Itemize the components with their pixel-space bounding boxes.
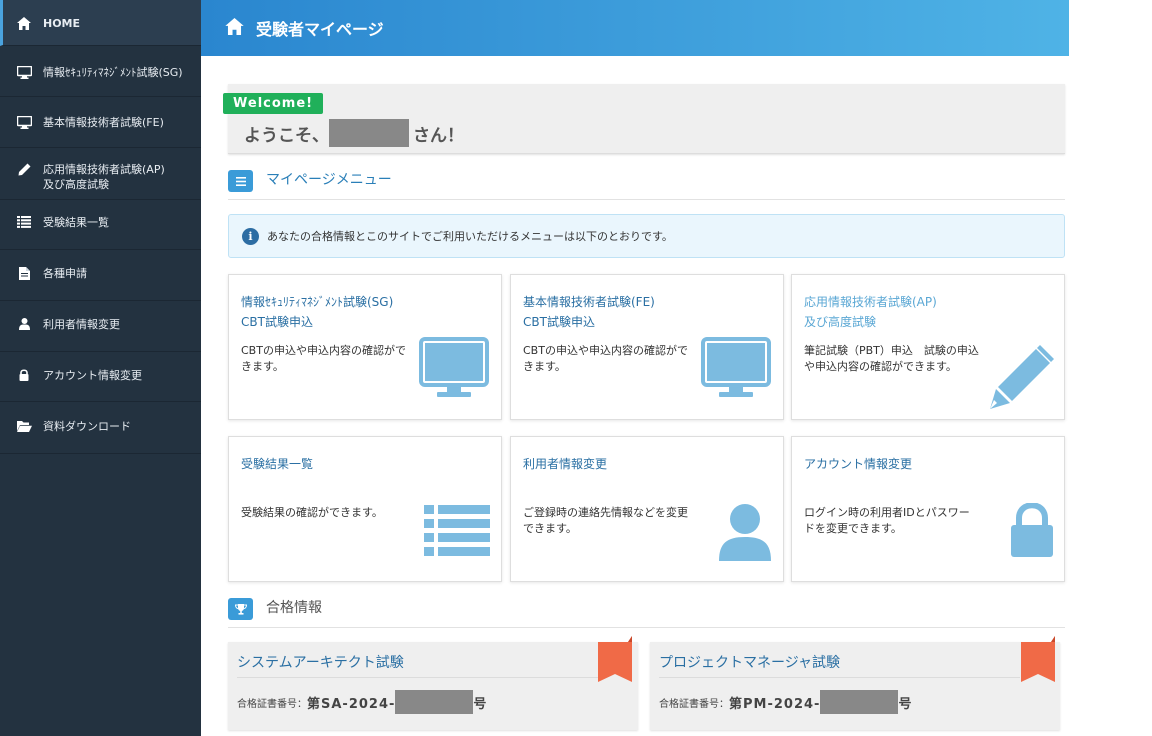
menu-card-ap[interactable]: 応用情報技術者試験(AP) 及び高度試験 筆記試験（PBT）申込 試験の申込や申…: [791, 274, 1065, 420]
sidebar-item-user-info[interactable]: 利用者情報変更: [0, 301, 201, 352]
page-title: 受験者マイページ: [256, 20, 384, 39]
card-subtitle: 及び高度試験: [804, 315, 877, 329]
card-description: ご登録時の連絡先情報などを変更できます。: [523, 506, 688, 535]
certificate-suffix: 号: [898, 696, 912, 712]
home-icon: [16, 16, 32, 30]
sidebar-item-label: 応用情報技術者試験(AP): [43, 163, 165, 176]
welcome-badge: Welcome!: [223, 93, 324, 114]
sidebar-item-label: 基本情報技術者試験(FE): [43, 116, 164, 129]
home-icon: [225, 17, 244, 39]
list-icon: [16, 215, 32, 229]
redacted-number: [395, 690, 474, 714]
card-title: 応用情報技術者試験(AP): [804, 295, 937, 309]
sidebar-item-sg[interactable]: 情報ｾｷｭﾘﾃｨﾏﾈｼﾞﾒﾝﾄ試験(SG): [0, 46, 201, 97]
mypage-menu-heading: マイページメニュー: [228, 170, 1065, 200]
certificate-suffix: 号: [473, 696, 487, 712]
info-icon: i: [242, 227, 259, 245]
ribbon-icon: [1021, 636, 1055, 682]
info-text: あなたの合格情報とこのサイトでご利用いただけるメニューは以下のとおりです。: [267, 230, 673, 243]
sidebar-item-label: HOME: [43, 17, 81, 30]
pencil-icon: [988, 345, 1054, 413]
sidebar-item-label: 情報ｾｷｭﾘﾃｨﾏﾈｼﾞﾒﾝﾄ試験(SG): [43, 66, 183, 79]
menu-card-fe[interactable]: 基本情報技術者試験(FE) CBT試験申込 CBTの申込や申込内容の確認ができま…: [510, 274, 784, 420]
menu-card-user-info[interactable]: 利用者情報変更 ご登録時の連絡先情報などを変更できます。: [510, 436, 784, 582]
sidebar-item-applications[interactable]: 各種申請: [0, 250, 201, 301]
pass-info-heading: 合格情報: [228, 598, 1065, 628]
ribbon-icon: [598, 636, 632, 682]
lock-icon: [16, 368, 32, 382]
list-icon: [424, 505, 490, 561]
sidebar-item-label: 各種申請: [43, 267, 87, 280]
card-description: 筆記試験（PBT）申込 試験の申込や申込内容の確認ができます。: [804, 344, 979, 373]
section-title: マイページメニュー: [266, 172, 392, 188]
pass-exam-title: プロジェクトマネージャ試験: [659, 655, 841, 671]
card-subtitle: CBT試験申込: [523, 315, 595, 329]
sidebar-item-ap[interactable]: 応用情報技術者試験(AP) 及び高度試験: [0, 148, 201, 200]
sidebar-item-fe[interactable]: 基本情報技術者試験(FE): [0, 97, 201, 148]
monitor-icon: [419, 337, 489, 403]
sidebar-item-account[interactable]: アカウント情報変更: [0, 352, 201, 402]
menu-card-account[interactable]: アカウント情報変更 ログイン時の利用者IDとパスワードを変更できます。: [791, 436, 1065, 582]
card-subtitle: CBT試験申込: [241, 315, 313, 329]
pass-card-pm: プロジェクトマネージャ試験 合格証書番号： 第PM-2024- 号: [650, 636, 1060, 730]
divider: [237, 677, 598, 678]
folder-open-icon: [16, 419, 32, 433]
sidebar-item-label-2: 及び高度試験: [43, 178, 109, 191]
user-icon: [719, 503, 771, 565]
card-title: アカウント情報変更: [804, 457, 913, 471]
card-description: CBTの申込や申込内容の確認ができます。: [523, 344, 688, 373]
card-title: 利用者情報変更: [523, 457, 608, 471]
certificate-number: 合格証書番号： 第PM-2024- 号: [659, 690, 911, 714]
certificate-label: 合格証書番号：: [237, 698, 307, 710]
pencil-icon: [16, 162, 32, 176]
card-title: 情報ｾｷｭﾘﾃｨﾏﾈｼﾞﾒﾝﾄ試験(SG): [241, 295, 394, 309]
card-description: ログイン時の利用者IDとパスワードを変更できます。: [804, 506, 970, 535]
sidebar: HOME 情報ｾｷｭﾘﾃｨﾏﾈｼﾞﾒﾝﾄ試験(SG) 基本情報技術者試験(FE)…: [0, 0, 201, 736]
pass-card-sa: システムアーキテクト試験 合格証書番号： 第SA-2024- 号: [228, 636, 638, 730]
monitor-icon: [16, 65, 32, 79]
card-description: CBTの申込や申込内容の確認ができます。: [241, 344, 406, 373]
lock-icon: [1010, 502, 1054, 561]
certificate-label: 合格証書番号：: [659, 698, 729, 710]
monitor-icon: [701, 337, 771, 403]
info-alert: i あなたの合格情報とこのサイトでご利用いただけるメニューは以下のとおりです。: [228, 214, 1065, 258]
menu-card-sg[interactable]: 情報ｾｷｭﾘﾃｨﾏﾈｼﾞﾒﾝﾄ試験(SG) CBT試験申込 CBTの申込や申込内…: [228, 274, 502, 420]
sidebar-item-label: 受験結果一覧: [43, 216, 109, 229]
pass-exam-title: システムアーキテクト試験: [237, 655, 404, 671]
menu-card-results[interactable]: 受験結果一覧 受験結果の確認ができます。: [228, 436, 502, 582]
certificate-prefix: 第SA-2024-: [307, 696, 396, 712]
redacted-username: [329, 119, 409, 147]
monitor-icon: [16, 115, 32, 129]
sidebar-item-label: 利用者情報変更: [43, 318, 120, 331]
sidebar-item-download[interactable]: 資料ダウンロード: [0, 402, 201, 454]
user-icon: [16, 317, 32, 331]
document-icon: [16, 266, 32, 280]
sidebar-item-label: 資料ダウンロード: [43, 420, 131, 433]
welcome-suffix: さん！: [413, 125, 464, 146]
card-title: 受験結果一覧: [241, 457, 314, 471]
card-description: 受験結果の確認ができます。: [241, 506, 383, 519]
welcome-prefix: ようこそ、: [244, 125, 329, 146]
menu-icon: [228, 170, 253, 192]
certificate-number: 合格証書番号： 第SA-2024- 号: [237, 690, 486, 714]
certificate-prefix: 第PM-2024-: [729, 696, 821, 712]
welcome-panel: Welcome! ようこそ、 さん！: [223, 84, 1065, 154]
sidebar-item-results[interactable]: 受験結果一覧: [0, 200, 201, 250]
card-title: 基本情報技術者試験(FE): [523, 295, 655, 309]
welcome-message: ようこそ、 さん！: [244, 119, 464, 147]
section-title: 合格情報: [266, 600, 322, 616]
redacted-number: [820, 690, 899, 714]
sidebar-item-label: アカウント情報変更: [43, 369, 142, 382]
trophy-icon: [228, 598, 253, 620]
divider: [659, 677, 1020, 678]
sidebar-item-home[interactable]: HOME: [0, 0, 201, 46]
page-header: 受験者マイページ: [201, 0, 1069, 56]
